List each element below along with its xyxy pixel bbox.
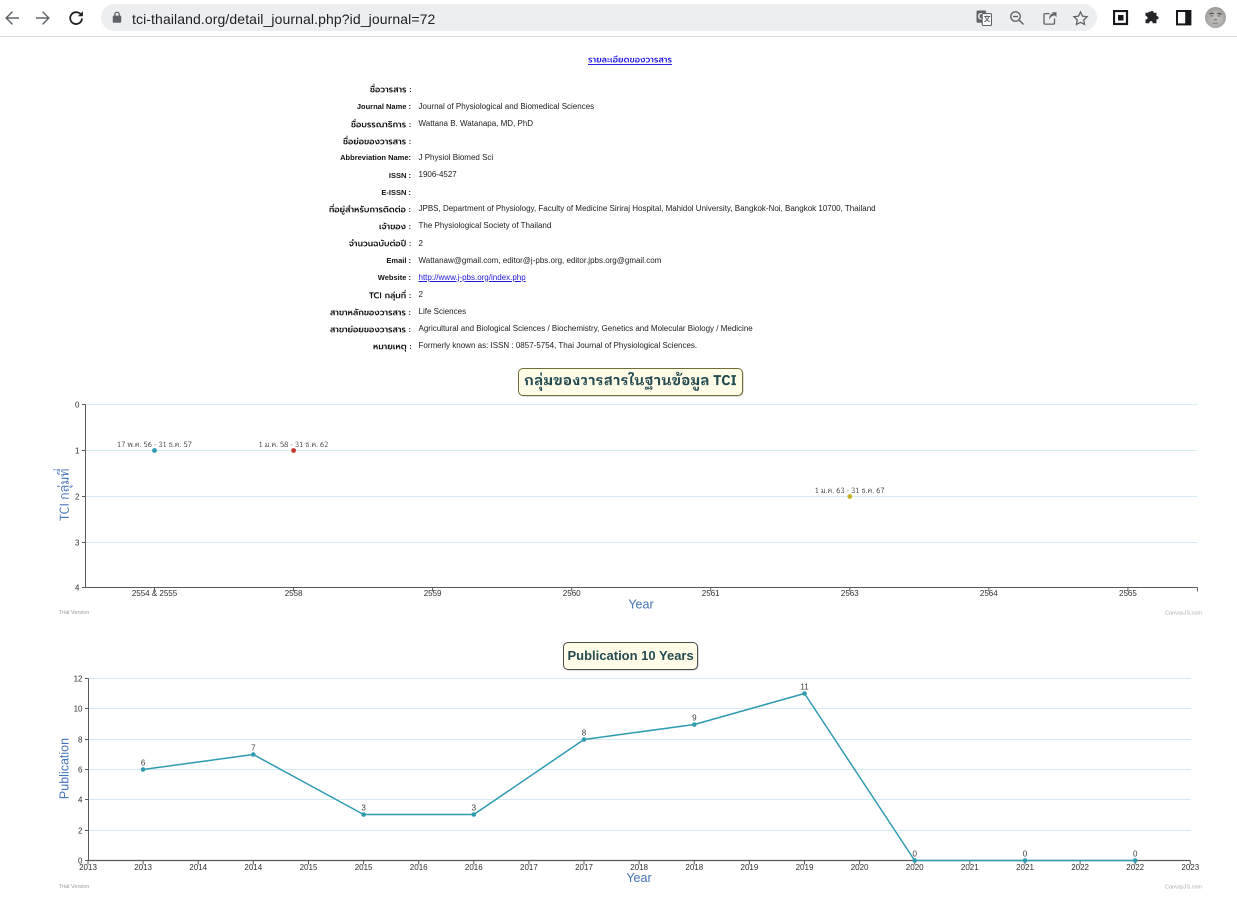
svg-text:CanvasJS.com: CanvasJS.com [1165,885,1202,891]
svg-text:8: 8 [78,735,83,744]
svg-text:2015: 2015 [355,863,373,872]
svg-text:3: 3 [361,803,366,812]
svg-text:Publication: Publication [58,738,72,799]
svg-text:Year: Year [626,871,651,885]
svg-text:0: 0 [1133,849,1138,858]
svg-text:9: 9 [692,713,697,722]
svg-text:Trial Version: Trial Version [59,884,89,890]
svg-text:2018: 2018 [685,863,703,872]
svg-text:2020: 2020 [851,863,869,872]
svg-text:2: 2 [78,826,83,835]
svg-text:2023: 2023 [1181,863,1199,872]
svg-text:3: 3 [472,803,477,812]
svg-text:2014: 2014 [244,863,262,872]
svg-text:2022: 2022 [1071,863,1089,872]
svg-text:2021: 2021 [961,863,979,872]
svg-text:2022: 2022 [1126,863,1144,872]
svg-text:10: 10 [74,704,83,713]
svg-text:7: 7 [251,743,256,752]
svg-text:2017: 2017 [575,863,593,872]
svg-text:6: 6 [141,758,146,767]
svg-text:2019: 2019 [741,863,759,872]
svg-text:8: 8 [582,728,587,737]
svg-text:0: 0 [912,849,917,858]
svg-text:2016: 2016 [465,863,483,872]
svg-text:2014: 2014 [189,863,207,872]
svg-text:11: 11 [800,682,809,691]
svg-text:2013: 2013 [134,863,152,872]
svg-text:2020: 2020 [906,863,924,872]
svg-text:2019: 2019 [796,863,814,872]
svg-text:2013: 2013 [79,863,97,872]
svg-text:12: 12 [74,674,83,683]
svg-text:2017: 2017 [520,863,538,872]
svg-text:0: 0 [1023,849,1028,858]
svg-text:6: 6 [78,765,83,774]
svg-text:2016: 2016 [410,863,428,872]
svg-text:2021: 2021 [1016,863,1034,872]
svg-text:2015: 2015 [300,863,318,872]
svg-text:4: 4 [78,795,83,804]
